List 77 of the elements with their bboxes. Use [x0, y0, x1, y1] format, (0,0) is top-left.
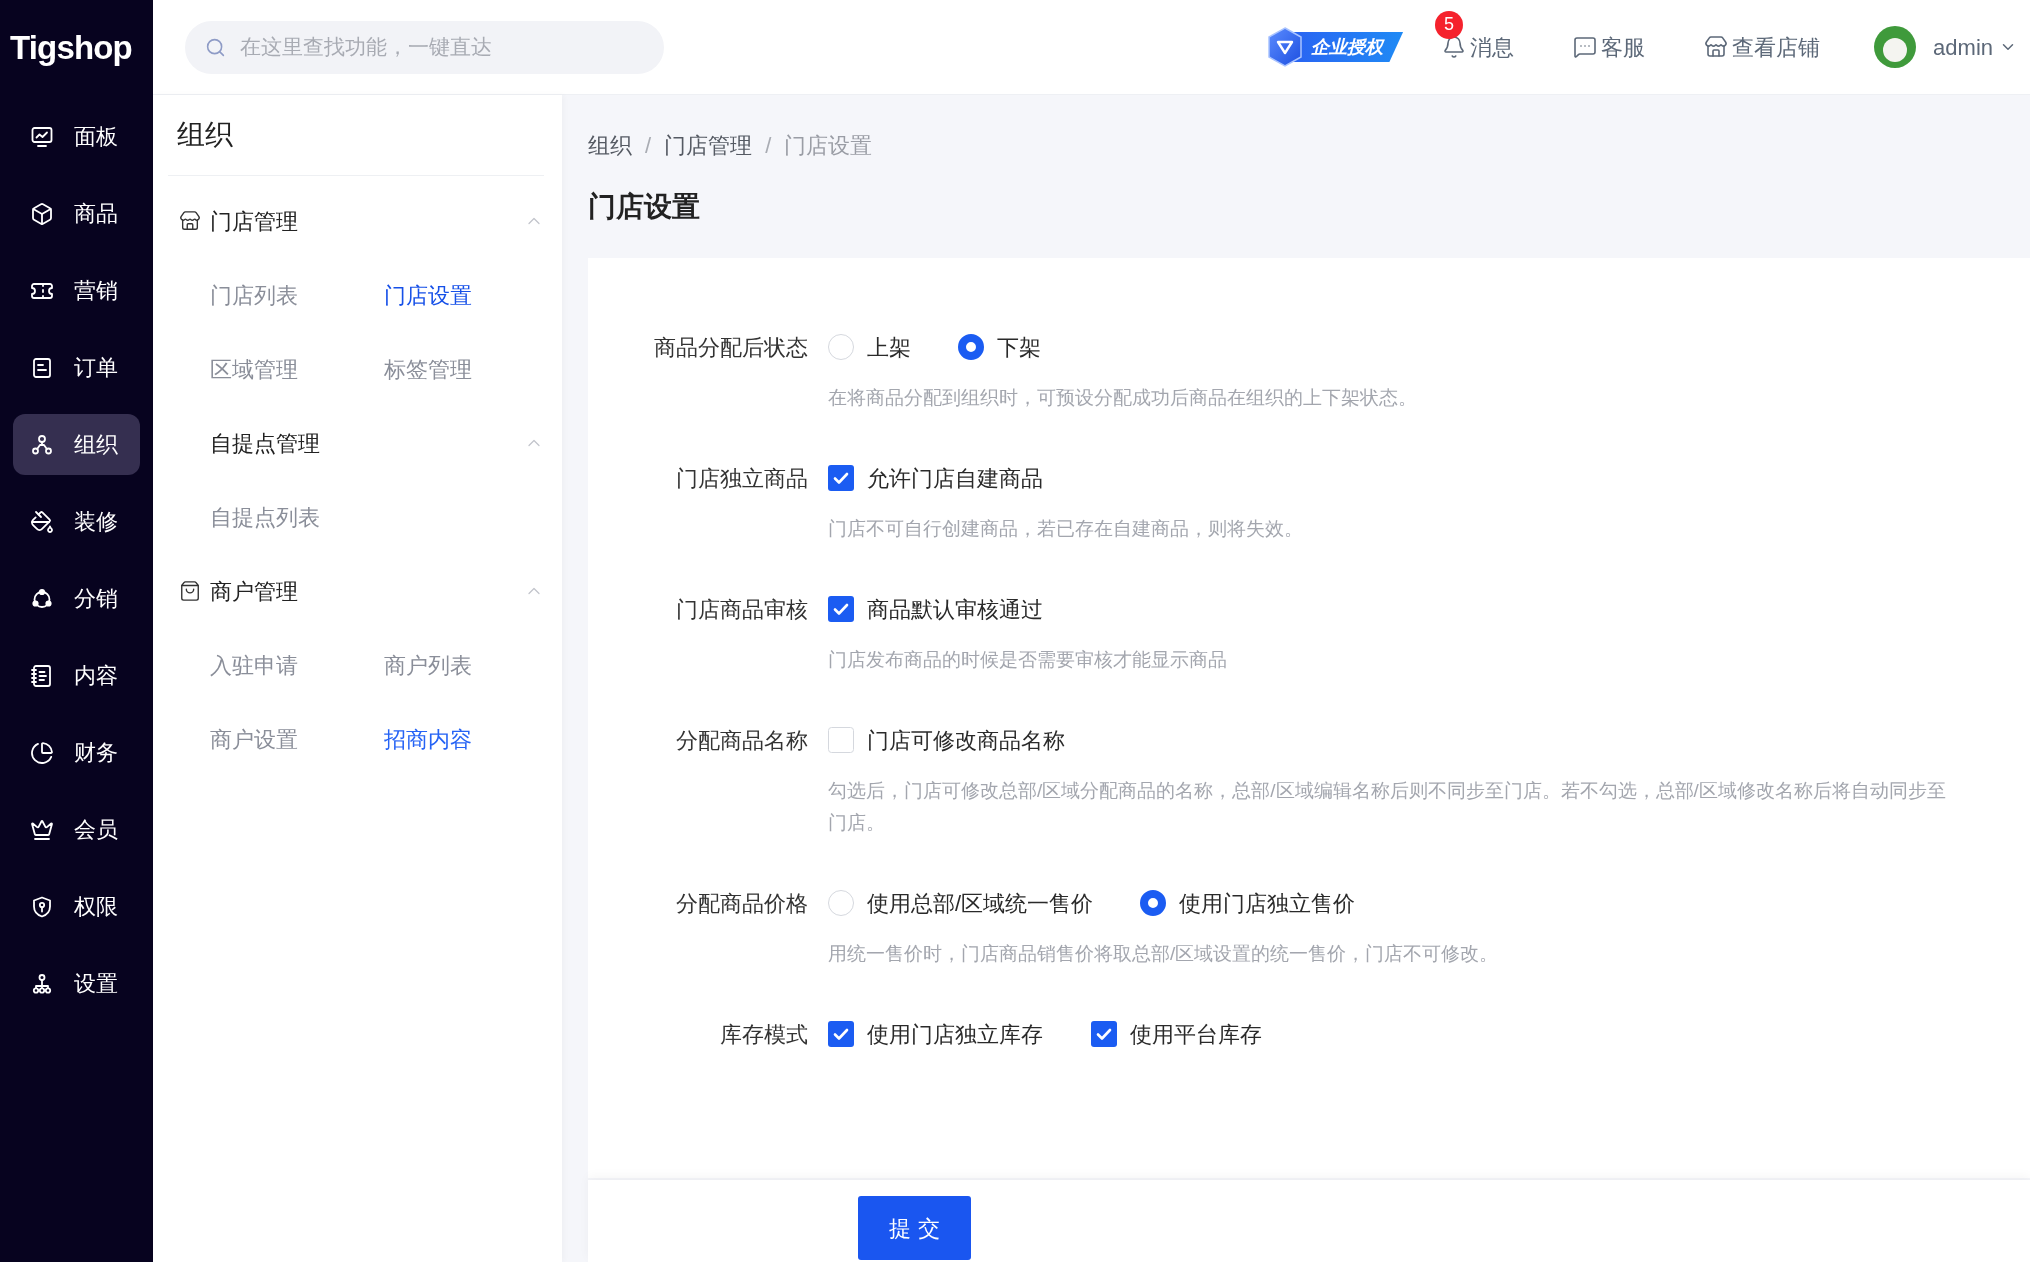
field-label: 分配商品名称 — [676, 726, 808, 755]
page-title: 门店设置 — [588, 190, 700, 224]
toolbar-button[interactable]: 客服 — [1573, 30, 1646, 64]
search-icon — [205, 36, 226, 58]
radio-button[interactable] — [958, 334, 984, 360]
checkbox[interactable] — [828, 596, 854, 622]
submenu-item[interactable]: 招商内容 — [384, 702, 472, 776]
field-label: 分配商品价格 — [676, 889, 808, 918]
option-label[interactable]: 门店可修改商品名称 — [867, 723, 1065, 757]
option-label[interactable]: 允许门店自建商品 — [867, 461, 1043, 495]
username[interactable]: admin — [1933, 30, 1993, 64]
sidebar-item[interactable]: 商品 — [13, 183, 140, 244]
store-icon — [179, 210, 201, 232]
radio-button[interactable] — [1140, 890, 1167, 916]
option-label[interactable]: 使用门店独立库存 — [867, 1017, 1043, 1051]
document-icon — [30, 355, 54, 380]
toolbar-button[interactable]: 查看店铺 — [1704, 30, 1821, 64]
option-label[interactable]: 上架 — [867, 330, 911, 364]
sidebar-item[interactable]: 组织 — [13, 414, 140, 475]
notification-badge: 5 — [1435, 10, 1464, 39]
checkbox[interactable] — [828, 1021, 854, 1047]
box-icon — [30, 201, 54, 226]
field-label: 门店独立商品 — [676, 464, 808, 493]
field-label: 商品分配后状态 — [654, 333, 808, 362]
checkbox[interactable] — [828, 465, 854, 491]
field-label: 库存模式 — [720, 1020, 808, 1049]
checkbox[interactable] — [1091, 1021, 1117, 1047]
breadcrumb-separator: / — [765, 131, 772, 160]
option-label[interactable]: 使用门店独立售价 — [1179, 886, 1356, 920]
help-text: 用统一售价时，门店商品销售价将取总部/区域设置的统一售价，门店不可修改。 — [828, 942, 1499, 966]
submenu-title: 组织 — [177, 118, 233, 152]
shield-keyhole-icon — [30, 894, 54, 919]
breadcrumb-current: 门店设置 — [784, 131, 873, 160]
hexagon-shield-icon — [1267, 27, 1304, 67]
breadcrumb-separator: / — [645, 131, 652, 160]
sidebar-item[interactable]: 分销 — [13, 568, 140, 629]
option-label[interactable]: 下架 — [997, 330, 1041, 364]
help-text: 勾选后，门店可修改总部/区域分配商品的名称，总部/区域编辑名称后则不同步至门店。若不勾选，总部/区域修改名称后将自动同步至门店。 — [828, 779, 1947, 835]
bell-icon — [1442, 35, 1467, 59]
breadcrumb-link[interactable]: 门店管理 — [664, 128, 753, 162]
help-text: 门店发布商品的时候是否需要审核才能显示商品 — [828, 648, 1227, 672]
nodes-icon — [30, 432, 54, 457]
help-text: 门店不可自行创建商品，若已存在自建商品，则将失效。 — [828, 517, 1303, 541]
checkbox[interactable] — [828, 727, 854, 753]
chat-icon — [1573, 35, 1598, 59]
help-text: 在将商品分配到组织时，可预设分配成功后商品在组织的上下架状态。 — [828, 386, 1417, 410]
circle-nodes-icon — [30, 586, 54, 611]
logo[interactable]: Tigshop — [10, 22, 132, 73]
sidebar-item[interactable]: 面板 — [13, 106, 140, 167]
submenu-group[interactable]: 门店管理 — [168, 184, 544, 258]
field-label: 门店商品审核 — [676, 595, 808, 624]
breadcrumb-link[interactable]: 组织 — [588, 128, 632, 162]
sidebar-item[interactable]: 装修 — [13, 491, 140, 552]
sidebar-item[interactable]: 权限 — [13, 876, 140, 937]
avatar[interactable] — [1874, 26, 1917, 68]
shopping-bag-icon — [179, 580, 201, 602]
gear-nodes-icon — [30, 971, 54, 996]
notebook-icon — [30, 663, 54, 688]
sidebar-item[interactable]: 内容 — [13, 645, 140, 706]
submenu-group[interactable]: 商户管理 — [168, 554, 544, 628]
pie-chart-icon — [30, 740, 54, 765]
sidebar-item[interactable]: 营销 — [13, 260, 140, 321]
store-icon — [1704, 35, 1729, 59]
option-label[interactable]: 商品默认审核通过 — [867, 592, 1043, 626]
paint-bucket-icon — [30, 509, 54, 534]
submit-button[interactable]: 提 交 — [858, 1196, 971, 1260]
sidebar-item[interactable]: 会员 — [13, 799, 140, 860]
sidebar-item[interactable]: 设置 — [13, 953, 140, 1014]
option-label[interactable]: 使用总部/区域统一售价 — [867, 886, 1094, 920]
option-label[interactable]: 使用平台库存 — [1130, 1017, 1262, 1051]
sidebar-item[interactable]: 订单 — [13, 337, 140, 398]
submenu-item[interactable]: 门店设置 — [384, 258, 472, 332]
submenu-group[interactable]: 自提点管理 — [168, 406, 544, 480]
monitor-chart-icon — [30, 124, 54, 149]
crown-icon — [30, 817, 54, 842]
search-field[interactable]: 在这里查找功能，一键直达 — [185, 20, 664, 74]
sidebar-item[interactable]: 财务 — [13, 722, 140, 783]
